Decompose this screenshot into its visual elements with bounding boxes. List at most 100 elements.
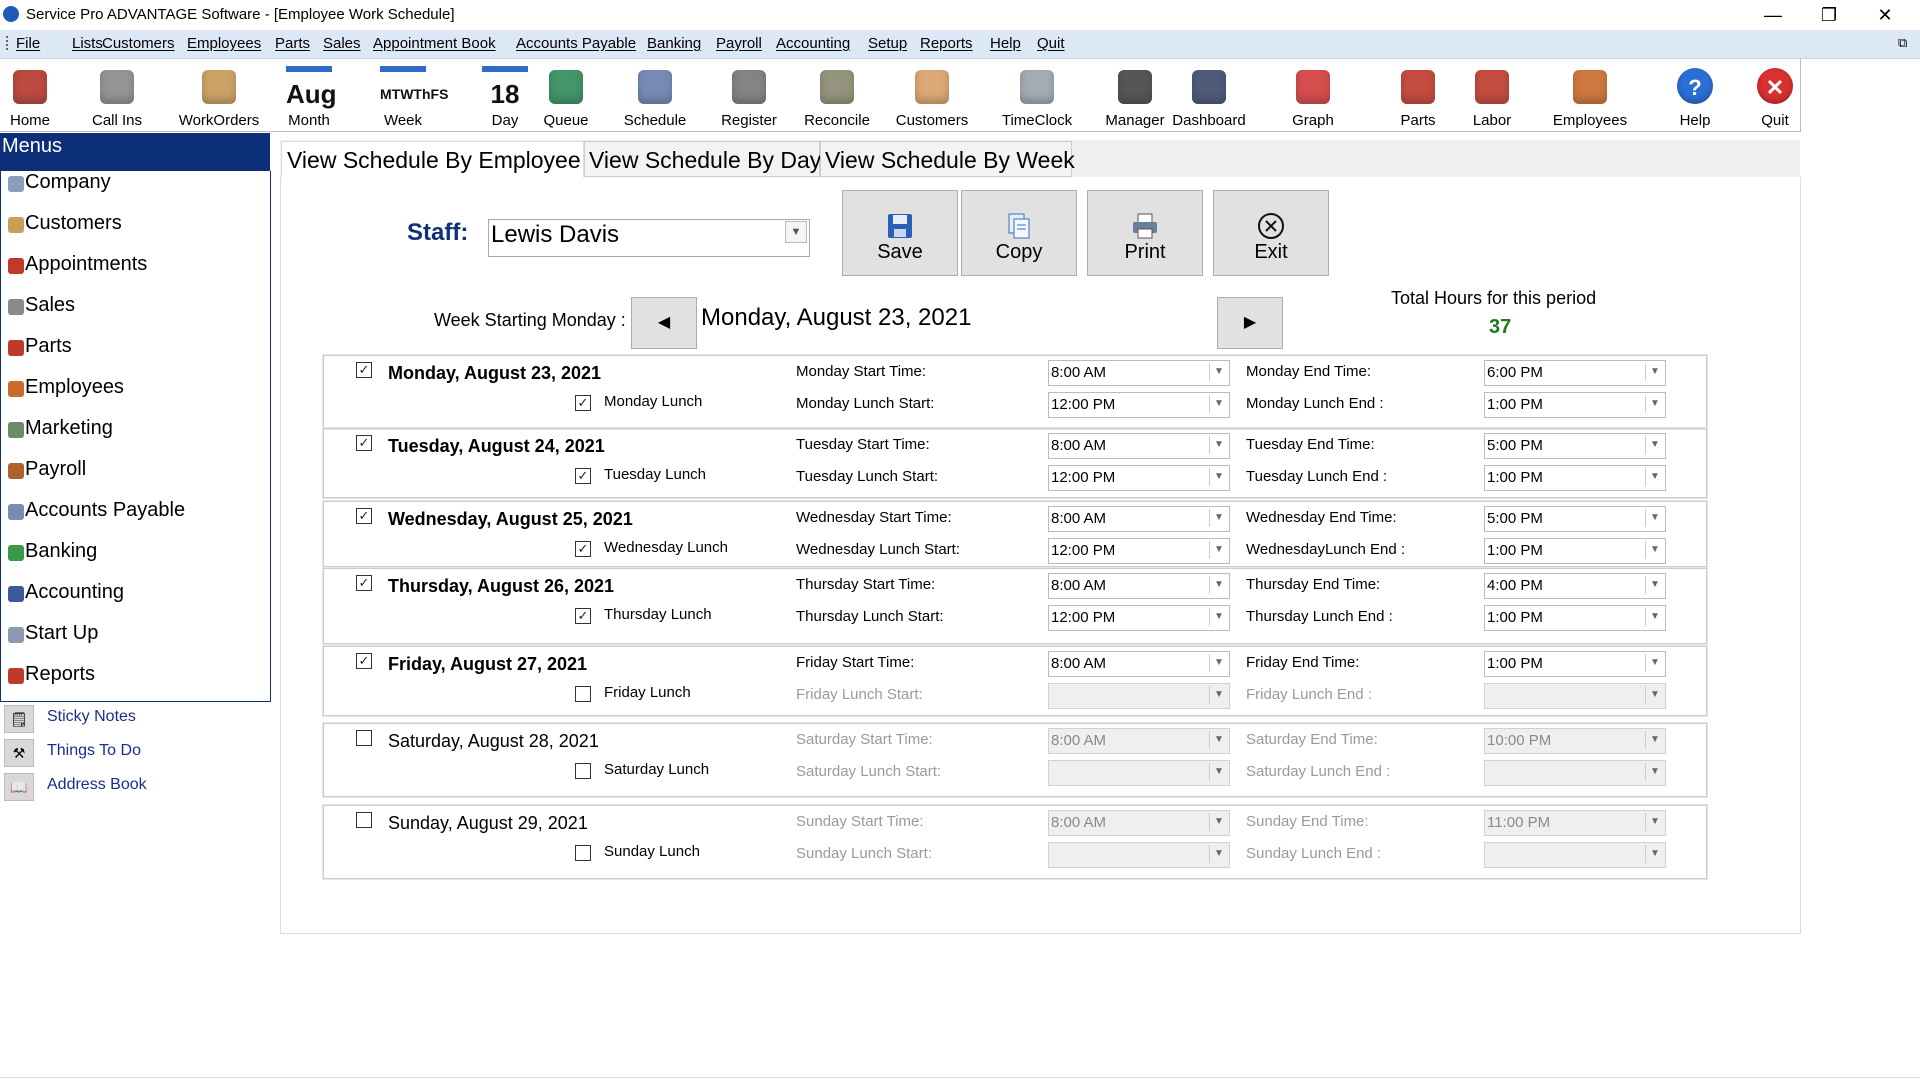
toolbar-customers-button[interactable]: Customers — [884, 60, 980, 130]
friday-lunch-start-select[interactable]: ▼ — [1048, 683, 1230, 709]
chevron-down-icon[interactable]: ▼ — [1209, 468, 1228, 486]
menu-quit[interactable]: Quit — [1037, 35, 1065, 52]
toolbar-quit-button[interactable]: ✕ Quit — [1727, 60, 1823, 130]
saturday-workday-checkbox[interactable] — [356, 730, 372, 746]
save-button[interactable]: Save — [842, 190, 958, 276]
chevron-down-icon[interactable]: ▼ — [1209, 576, 1228, 594]
sidebar-item-sales[interactable]: Sales — [8, 294, 75, 317]
sunday-lunch-start-select[interactable]: ▼ — [1048, 842, 1230, 868]
menu-accounting[interactable]: Accounting — [776, 35, 850, 52]
sidebar-item-accounting[interactable]: Accounting — [8, 581, 124, 604]
wednesday-end-time-select[interactable]: 5:00 PM ▼ — [1484, 506, 1666, 532]
thursday-lunch-start-select[interactable]: 12:00 PM ▼ — [1048, 605, 1230, 631]
close-button[interactable]: ✕ — [1857, 0, 1913, 30]
thursday-lunch-end-select[interactable]: 1:00 PM ▼ — [1484, 605, 1666, 631]
menu-file[interactable]: File — [16, 35, 40, 52]
tuesday-lunch-end-select[interactable]: 1:00 PM ▼ — [1484, 465, 1666, 491]
chevron-down-icon[interactable]: ▼ — [1645, 395, 1664, 413]
saturday-lunch-end-select[interactable]: ▼ — [1484, 760, 1666, 786]
friday-lunch-end-select[interactable]: ▼ — [1484, 683, 1666, 709]
sidebar-item-start-up[interactable]: Start Up — [8, 622, 98, 645]
sidebar-tool-address-book[interactable]: 📖 Address Book — [2, 771, 272, 801]
wednesday-start-time-select[interactable]: 8:00 AM ▼ — [1048, 506, 1230, 532]
monday-start-time-select[interactable]: 8:00 AM ▼ — [1048, 360, 1230, 386]
menu-payroll[interactable]: Payroll — [716, 35, 762, 52]
tuesday-end-time-select[interactable]: 5:00 PM ▼ — [1484, 433, 1666, 459]
friday-lunch-checkbox[interactable] — [575, 686, 591, 702]
chevron-down-icon[interactable]: ▼ — [1645, 509, 1664, 527]
minimize-button[interactable]: — — [1745, 0, 1801, 30]
menu-lists[interactable]: Lists — [72, 35, 103, 52]
sidebar-item-parts[interactable]: Parts — [8, 335, 72, 358]
toolbar-reconcile-button[interactable]: Reconcile — [789, 60, 885, 130]
chevron-down-icon[interactable]: ▼ — [1209, 813, 1228, 831]
toolbar-home-button[interactable]: Home — [0, 60, 78, 130]
tuesday-workday-checkbox[interactable]: ✓ — [356, 435, 372, 451]
sidebar-item-payroll[interactable]: Payroll — [8, 458, 86, 481]
chevron-down-icon[interactable]: ▼ — [1645, 608, 1664, 626]
chevron-down-icon[interactable]: ▼ — [1645, 468, 1664, 486]
exit-button[interactable]: Exit — [1213, 190, 1329, 276]
chevron-down-icon[interactable]: ▼ — [1209, 363, 1228, 381]
sidebar-item-company[interactable]: Company — [8, 171, 111, 194]
toolbar-labor-button[interactable]: Labor — [1444, 60, 1540, 130]
friday-start-time-select[interactable]: 8:00 AM ▼ — [1048, 651, 1230, 677]
thursday-start-time-select[interactable]: 8:00 AM ▼ — [1048, 573, 1230, 599]
wednesday-workday-checkbox[interactable]: ✓ — [356, 508, 372, 524]
prev-week-button[interactable]: ◀ — [631, 297, 697, 349]
menu-customers[interactable]: Customers — [102, 35, 175, 52]
chevron-down-icon[interactable]: ▼ — [1209, 686, 1228, 704]
friday-end-time-select[interactable]: 1:00 PM ▼ — [1484, 651, 1666, 677]
chevron-down-icon[interactable]: ▼ — [1209, 395, 1228, 413]
monday-lunch-end-select[interactable]: 1:00 PM ▼ — [1484, 392, 1666, 418]
wednesday-lunch-start-select[interactable]: 12:00 PM ▼ — [1048, 538, 1230, 564]
menu-sales[interactable]: Sales — [323, 35, 361, 52]
chevron-down-icon[interactable]: ▼ — [1209, 436, 1228, 454]
sunday-start-time-select[interactable]: 8:00 AM ▼ — [1048, 810, 1230, 836]
monday-workday-checkbox[interactable]: ✓ — [356, 362, 372, 378]
chevron-down-icon[interactable]: ▼ — [1209, 608, 1228, 626]
chevron-down-icon[interactable]: ▼ — [1209, 541, 1228, 559]
tuesday-lunch-start-select[interactable]: 12:00 PM ▼ — [1048, 465, 1230, 491]
sidebar-tool-things-to-do[interactable]: ⚒ Things To Do — [2, 737, 272, 767]
menu-appointment-book[interactable]: Appointment Book — [373, 35, 496, 52]
toolbar-timeclock-button[interactable]: TimeClock — [989, 60, 1085, 130]
sidebar-item-reports[interactable]: Reports — [8, 663, 95, 686]
menu-reports[interactable]: Reports — [920, 35, 973, 52]
monday-end-time-select[interactable]: 6:00 PM ▼ — [1484, 360, 1666, 386]
toolbar-employees-button[interactable]: Employees — [1542, 60, 1638, 130]
tab-schedule-by-employee[interactable]: View Schedule By Employee — [281, 141, 584, 177]
monday-lunch-start-select[interactable]: 12:00 PM ▼ — [1048, 392, 1230, 418]
chevron-down-icon[interactable]: ▼ — [1645, 845, 1664, 863]
menu-employees[interactable]: Employees — [187, 35, 261, 52]
sunday-end-time-select[interactable]: 11:00 PM ▼ — [1484, 810, 1666, 836]
toolbar-register-button[interactable]: Register — [701, 60, 797, 130]
chevron-down-icon[interactable]: ▼ — [1645, 763, 1664, 781]
chevron-down-icon[interactable]: ▼ — [1645, 363, 1664, 381]
chevron-down-icon[interactable]: ▼ — [1645, 813, 1664, 831]
sidebar-item-banking[interactable]: Banking — [8, 540, 97, 563]
wednesday-lunch-checkbox[interactable]: ✓ — [575, 541, 591, 557]
toolbar-month-button[interactable]: Aug Month — [261, 60, 357, 130]
saturday-end-time-select[interactable]: 10:00 PM ▼ — [1484, 728, 1666, 754]
chevron-down-icon[interactable]: ▼ — [1209, 509, 1228, 527]
toolbar-workorders-button[interactable]: WorkOrders — [171, 60, 267, 130]
saturday-start-time-select[interactable]: 8:00 AM ▼ — [1048, 728, 1230, 754]
chevron-down-icon[interactable]: ▼ — [1645, 541, 1664, 559]
chevron-down-icon[interactable]: ▼ — [1645, 436, 1664, 454]
sidebar-item-appointments[interactable]: Appointments — [8, 253, 147, 276]
chevron-down-icon[interactable]: ▼ — [785, 221, 807, 243]
chevron-down-icon[interactable]: ▼ — [1209, 763, 1228, 781]
toolbar-schedule-button[interactable]: Schedule — [607, 60, 703, 130]
thursday-lunch-checkbox[interactable]: ✓ — [575, 608, 591, 624]
chevron-down-icon[interactable]: ▼ — [1209, 845, 1228, 863]
restore-button[interactable]: ❐ — [1801, 0, 1857, 30]
wednesday-lunch-end-select[interactable]: 1:00 PM ▼ — [1484, 538, 1666, 564]
chevron-down-icon[interactable]: ▼ — [1209, 654, 1228, 672]
sunday-workday-checkbox[interactable] — [356, 812, 372, 828]
thursday-workday-checkbox[interactable]: ✓ — [356, 575, 372, 591]
tuesday-lunch-checkbox[interactable]: ✓ — [575, 468, 591, 484]
toolbar-week-button[interactable]: MTWThFS Week — [355, 60, 451, 130]
menu-help[interactable]: Help — [990, 35, 1021, 52]
menu-parts[interactable]: Parts — [275, 35, 310, 52]
